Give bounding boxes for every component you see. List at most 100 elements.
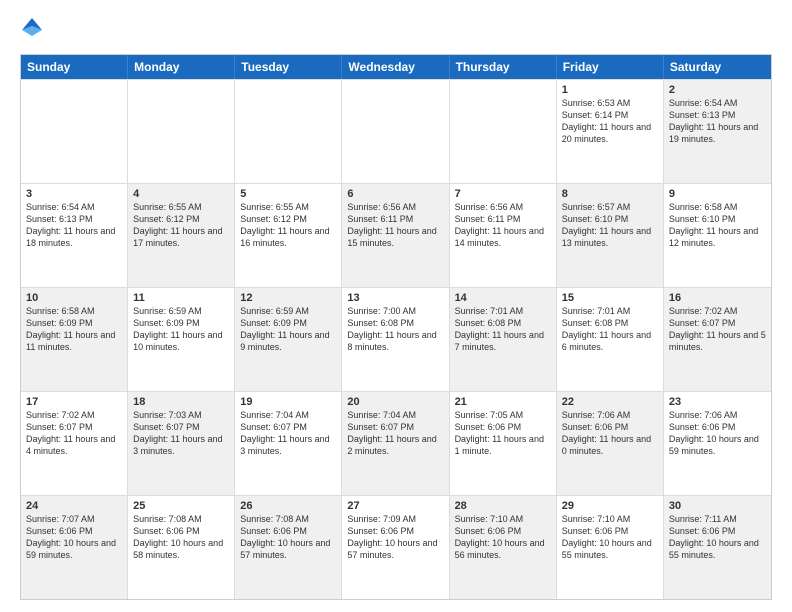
page: SundayMondayTuesdayWednesdayThursdayFrid… (0, 0, 792, 612)
day-number: 4 (133, 188, 229, 200)
day-number: 24 (26, 500, 122, 512)
day-number: 1 (562, 84, 658, 96)
day-info: Sunrise: 7:09 AM Sunset: 6:06 PM Dayligh… (347, 513, 443, 562)
header-cell-sunday: Sunday (21, 55, 128, 79)
calendar-cell: 7Sunrise: 6:56 AM Sunset: 6:11 PM Daylig… (450, 184, 557, 287)
calendar-cell: 4Sunrise: 6:55 AM Sunset: 6:12 PM Daylig… (128, 184, 235, 287)
day-info: Sunrise: 6:59 AM Sunset: 6:09 PM Dayligh… (133, 305, 229, 354)
day-info: Sunrise: 7:08 AM Sunset: 6:06 PM Dayligh… (133, 513, 229, 562)
calendar-cell: 8Sunrise: 6:57 AM Sunset: 6:10 PM Daylig… (557, 184, 664, 287)
calendar-cell (235, 80, 342, 183)
calendar-row-5: 24Sunrise: 7:07 AM Sunset: 6:06 PM Dayli… (21, 495, 771, 599)
calendar-cell: 15Sunrise: 7:01 AM Sunset: 6:08 PM Dayli… (557, 288, 664, 391)
day-number: 30 (669, 500, 766, 512)
calendar-row-3: 10Sunrise: 6:58 AM Sunset: 6:09 PM Dayli… (21, 287, 771, 391)
day-number: 15 (562, 292, 658, 304)
day-number: 11 (133, 292, 229, 304)
calendar-cell: 18Sunrise: 7:03 AM Sunset: 6:07 PM Dayli… (128, 392, 235, 495)
day-number: 29 (562, 500, 658, 512)
calendar-cell: 13Sunrise: 7:00 AM Sunset: 6:08 PM Dayli… (342, 288, 449, 391)
day-info: Sunrise: 6:56 AM Sunset: 6:11 PM Dayligh… (455, 201, 551, 250)
day-info: Sunrise: 7:00 AM Sunset: 6:08 PM Dayligh… (347, 305, 443, 354)
day-number: 21 (455, 396, 551, 408)
calendar-cell: 6Sunrise: 6:56 AM Sunset: 6:11 PM Daylig… (342, 184, 449, 287)
calendar-row-4: 17Sunrise: 7:02 AM Sunset: 6:07 PM Dayli… (21, 391, 771, 495)
calendar-body: 1Sunrise: 6:53 AM Sunset: 6:14 PM Daylig… (21, 79, 771, 599)
day-info: Sunrise: 6:56 AM Sunset: 6:11 PM Dayligh… (347, 201, 443, 250)
day-number: 20 (347, 396, 443, 408)
day-info: Sunrise: 7:01 AM Sunset: 6:08 PM Dayligh… (455, 305, 551, 354)
day-number: 25 (133, 500, 229, 512)
page-header (20, 16, 772, 44)
calendar-cell: 11Sunrise: 6:59 AM Sunset: 6:09 PM Dayli… (128, 288, 235, 391)
day-number: 10 (26, 292, 122, 304)
day-number: 22 (562, 396, 658, 408)
day-info: Sunrise: 7:02 AM Sunset: 6:07 PM Dayligh… (26, 409, 122, 458)
calendar-cell: 25Sunrise: 7:08 AM Sunset: 6:06 PM Dayli… (128, 496, 235, 599)
calendar-cell: 5Sunrise: 6:55 AM Sunset: 6:12 PM Daylig… (235, 184, 342, 287)
day-info: Sunrise: 7:10 AM Sunset: 6:06 PM Dayligh… (455, 513, 551, 562)
day-number: 17 (26, 396, 122, 408)
calendar-cell: 23Sunrise: 7:06 AM Sunset: 6:06 PM Dayli… (664, 392, 771, 495)
day-number: 26 (240, 500, 336, 512)
calendar-cell: 14Sunrise: 7:01 AM Sunset: 6:08 PM Dayli… (450, 288, 557, 391)
calendar-cell: 19Sunrise: 7:04 AM Sunset: 6:07 PM Dayli… (235, 392, 342, 495)
day-info: Sunrise: 7:04 AM Sunset: 6:07 PM Dayligh… (347, 409, 443, 458)
day-info: Sunrise: 7:04 AM Sunset: 6:07 PM Dayligh… (240, 409, 336, 458)
day-info: Sunrise: 7:11 AM Sunset: 6:06 PM Dayligh… (669, 513, 766, 562)
day-info: Sunrise: 6:55 AM Sunset: 6:12 PM Dayligh… (240, 201, 336, 250)
day-info: Sunrise: 7:05 AM Sunset: 6:06 PM Dayligh… (455, 409, 551, 458)
day-info: Sunrise: 7:03 AM Sunset: 6:07 PM Dayligh… (133, 409, 229, 458)
day-number: 14 (455, 292, 551, 304)
day-info: Sunrise: 6:58 AM Sunset: 6:09 PM Dayligh… (26, 305, 122, 354)
calendar-cell: 29Sunrise: 7:10 AM Sunset: 6:06 PM Dayli… (557, 496, 664, 599)
calendar-cell: 22Sunrise: 7:06 AM Sunset: 6:06 PM Dayli… (557, 392, 664, 495)
day-number: 9 (669, 188, 766, 200)
day-info: Sunrise: 7:10 AM Sunset: 6:06 PM Dayligh… (562, 513, 658, 562)
calendar-cell: 26Sunrise: 7:08 AM Sunset: 6:06 PM Dayli… (235, 496, 342, 599)
day-info: Sunrise: 6:58 AM Sunset: 6:10 PM Dayligh… (669, 201, 766, 250)
calendar-cell: 28Sunrise: 7:10 AM Sunset: 6:06 PM Dayli… (450, 496, 557, 599)
day-info: Sunrise: 7:08 AM Sunset: 6:06 PM Dayligh… (240, 513, 336, 562)
day-number: 7 (455, 188, 551, 200)
header-cell-tuesday: Tuesday (235, 55, 342, 79)
calendar-row-1: 1Sunrise: 6:53 AM Sunset: 6:14 PM Daylig… (21, 79, 771, 183)
day-number: 2 (669, 84, 766, 96)
calendar-row-2: 3Sunrise: 6:54 AM Sunset: 6:13 PM Daylig… (21, 183, 771, 287)
calendar-cell: 24Sunrise: 7:07 AM Sunset: 6:06 PM Dayli… (21, 496, 128, 599)
calendar-cell: 27Sunrise: 7:09 AM Sunset: 6:06 PM Dayli… (342, 496, 449, 599)
calendar-cell (21, 80, 128, 183)
calendar-cell: 30Sunrise: 7:11 AM Sunset: 6:06 PM Dayli… (664, 496, 771, 599)
calendar-cell: 17Sunrise: 7:02 AM Sunset: 6:07 PM Dayli… (21, 392, 128, 495)
calendar-cell: 10Sunrise: 6:58 AM Sunset: 6:09 PM Dayli… (21, 288, 128, 391)
calendar-cell: 3Sunrise: 6:54 AM Sunset: 6:13 PM Daylig… (21, 184, 128, 287)
logo-icon (20, 16, 44, 44)
day-number: 16 (669, 292, 766, 304)
day-info: Sunrise: 6:53 AM Sunset: 6:14 PM Dayligh… (562, 97, 658, 146)
logo (20, 16, 48, 44)
day-info: Sunrise: 7:02 AM Sunset: 6:07 PM Dayligh… (669, 305, 766, 354)
calendar-cell: 20Sunrise: 7:04 AM Sunset: 6:07 PM Dayli… (342, 392, 449, 495)
day-number: 18 (133, 396, 229, 408)
header-cell-friday: Friday (557, 55, 664, 79)
calendar-cell: 16Sunrise: 7:02 AM Sunset: 6:07 PM Dayli… (664, 288, 771, 391)
header-cell-thursday: Thursday (450, 55, 557, 79)
day-info: Sunrise: 7:01 AM Sunset: 6:08 PM Dayligh… (562, 305, 658, 354)
calendar-cell: 12Sunrise: 6:59 AM Sunset: 6:09 PM Dayli… (235, 288, 342, 391)
day-number: 28 (455, 500, 551, 512)
header-cell-saturday: Saturday (664, 55, 771, 79)
day-info: Sunrise: 6:57 AM Sunset: 6:10 PM Dayligh… (562, 201, 658, 250)
day-number: 13 (347, 292, 443, 304)
day-info: Sunrise: 6:55 AM Sunset: 6:12 PM Dayligh… (133, 201, 229, 250)
calendar-cell: 1Sunrise: 6:53 AM Sunset: 6:14 PM Daylig… (557, 80, 664, 183)
calendar-header: SundayMondayTuesdayWednesdayThursdayFrid… (21, 55, 771, 79)
day-number: 6 (347, 188, 443, 200)
header-cell-wednesday: Wednesday (342, 55, 449, 79)
day-number: 3 (26, 188, 122, 200)
calendar-cell (342, 80, 449, 183)
calendar-cell: 9Sunrise: 6:58 AM Sunset: 6:10 PM Daylig… (664, 184, 771, 287)
day-info: Sunrise: 6:54 AM Sunset: 6:13 PM Dayligh… (669, 97, 766, 146)
calendar-cell (450, 80, 557, 183)
day-number: 27 (347, 500, 443, 512)
day-info: Sunrise: 7:06 AM Sunset: 6:06 PM Dayligh… (562, 409, 658, 458)
